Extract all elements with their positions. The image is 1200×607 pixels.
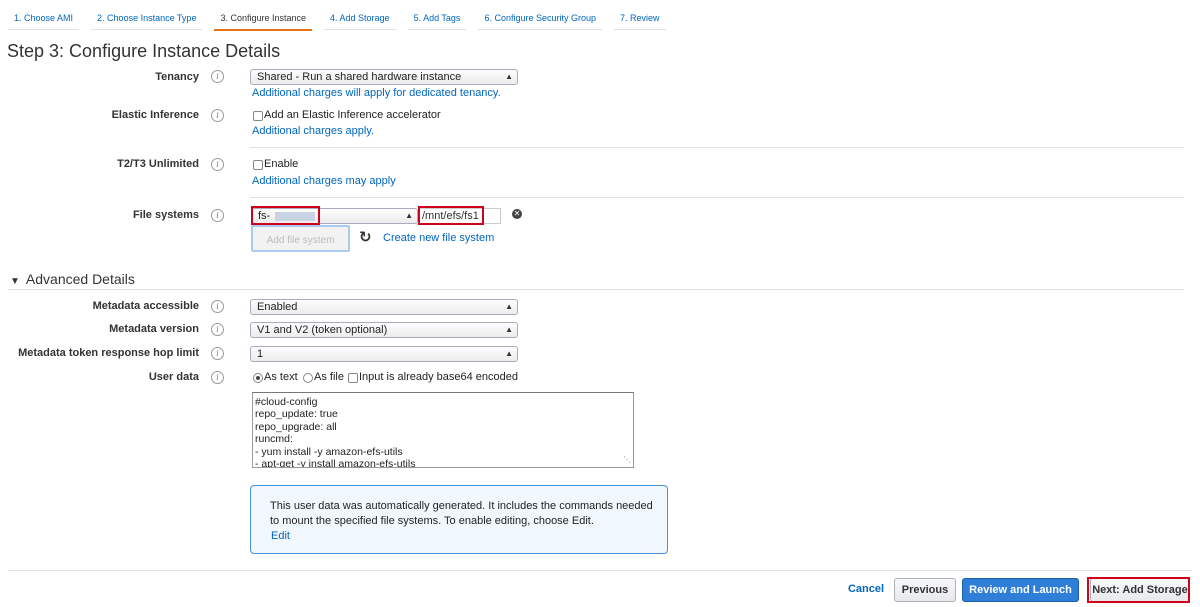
file-system-value: fs- <box>258 210 271 222</box>
t2t3-enable-label: Enable <box>264 158 299 170</box>
tab-review[interactable]: 7. Review <box>614 9 666 30</box>
previous-button[interactable]: Previous <box>894 578 956 602</box>
next-add-storage-button[interactable]: Next: Add Storage <box>1090 578 1190 602</box>
mount-point-value: /mnt/efs/fs1 <box>422 210 479 222</box>
metadata-accessible-label: Metadata accessible <box>92 300 199 312</box>
user-data-line: - apt-get -y install amazon-efs-utils <box>255 458 416 468</box>
base64-label: Input is already base64 encoded <box>359 371 519 383</box>
divider <box>250 197 1184 198</box>
as-file-radio[interactable] <box>303 373 313 383</box>
cancel-button[interactable]: Cancel <box>842 578 890 602</box>
select-arrows-icon: ▲︎ <box>505 325 513 334</box>
user-data-info-icon[interactable]: i <box>211 371 224 384</box>
create-new-file-system-link[interactable]: Create new file system <box>383 232 494 244</box>
tenancy-select-value: Shared - Run a shared hardware instance <box>257 71 462 83</box>
tab-add-tags[interactable]: 5. Add Tags <box>407 9 467 30</box>
add-file-system-button[interactable]: Add file system <box>251 225 350 252</box>
hop-limit-select[interactable]: 1 ▲︎ <box>250 346 518 362</box>
elastic-inference-help-link[interactable]: Additional charges apply. <box>252 125 374 137</box>
tab-configure-instance[interactable]: 3. Configure Instance <box>214 9 313 31</box>
tenancy-select[interactable]: Shared - Run a shared hardware instance … <box>250 69 518 85</box>
select-arrows-icon: ▲︎ <box>505 349 513 358</box>
t2t3-info-icon[interactable]: i <box>211 158 224 171</box>
tab-choose-ami[interactable]: 1. Choose AMI <box>8 9 80 30</box>
divider <box>250 147 1184 148</box>
metadata-version-value: V1 and V2 (token optional) <box>257 324 388 336</box>
footer-divider <box>8 570 1192 571</box>
divider <box>8 289 1184 290</box>
file-system-select[interactable]: fs- ▲︎ <box>251 208 418 224</box>
user-data-line: - yum install -y amazon-efs-utils <box>255 445 403 458</box>
redacted-id <box>275 211 316 221</box>
info-box-text: This user data was automatically generat… <box>270 500 653 527</box>
page-title: Step 3: Configure Instance Details <box>7 41 281 61</box>
hop-limit-label: Metadata token response hop limit <box>18 347 199 359</box>
hop-limit-value: 1 <box>257 348 264 360</box>
metadata-version-select[interactable]: V1 and V2 (token optional) ▲︎ <box>250 322 518 338</box>
user-data-line: repo_upgrade: all <box>255 420 337 433</box>
mount-point-input[interactable]: /mnt/efs/fs1 <box>418 208 501 224</box>
user-data-line: #cloud-config <box>255 396 318 408</box>
user-data-line: runcmd: <box>255 433 293 446</box>
as-text-label: As text <box>264 371 298 383</box>
caret-down-icon: ▼ <box>10 276 20 287</box>
user-data-textarea[interactable]: #cloud-config repo_update: true repo_upg… <box>252 392 634 468</box>
tenancy-label: Tenancy <box>155 71 199 83</box>
select-arrows-icon: ▲︎ <box>505 72 513 81</box>
review-and-launch-button[interactable]: Review and Launch <box>962 578 1079 602</box>
file-systems-label: File systems <box>132 209 199 221</box>
user-data-label: User data <box>148 371 199 383</box>
tenancy-info-icon[interactable]: i <box>211 70 224 83</box>
elastic-inference-label: Elastic Inference <box>111 109 199 121</box>
metadata-version-info-icon[interactable]: i <box>211 323 224 336</box>
t2t3-help-link[interactable]: Additional charges may apply <box>252 175 396 187</box>
metadata-accessible-value: Enabled <box>257 301 298 313</box>
as-file-label: As file <box>314 371 344 383</box>
advanced-details-toggle[interactable]: ▼ Advanced Details <box>10 271 135 287</box>
file-systems-info-icon[interactable]: i <box>211 209 224 222</box>
advanced-details-title: Advanced Details <box>25 271 135 287</box>
hop-limit-info-icon[interactable]: i <box>211 347 224 360</box>
user-data-line: repo_update: true <box>255 408 338 421</box>
metadata-version-label: Metadata version <box>109 323 199 335</box>
base64-checkbox[interactable] <box>348 373 358 383</box>
t2t3-unlimited-label: T2/T3 Unlimited <box>117 158 199 170</box>
elastic-inference-checkbox[interactable] <box>253 111 263 121</box>
select-arrows-icon: ▲︎ <box>505 302 513 311</box>
select-arrows-icon: ▲︎ <box>405 211 413 220</box>
tab-choose-instance-type[interactable]: 2. Choose Instance Type <box>91 9 203 30</box>
as-text-radio[interactable] <box>253 373 263 383</box>
elastic-inference-info-icon[interactable]: i <box>211 109 224 122</box>
edit-link[interactable]: Edit <box>271 530 290 542</box>
tab-configure-security-group[interactable]: 6. Configure Security Group <box>478 9 602 30</box>
user-data-info-box: This user data was automatically generat… <box>250 485 668 554</box>
wizard-tabs: 1. Choose AMI 2. Choose Instance Type 3.… <box>8 9 678 31</box>
tab-add-storage[interactable]: 4. Add Storage <box>324 9 396 30</box>
tenancy-help-link[interactable]: Additional charges will apply for dedica… <box>252 87 501 99</box>
metadata-accessible-info-icon[interactable]: i <box>211 300 224 313</box>
remove-file-system-icon[interactable]: ✕ <box>512 209 522 219</box>
elastic-inference-checkbox-label: Add an Elastic Inference accelerator <box>264 109 441 121</box>
metadata-accessible-select[interactable]: Enabled ▲︎ <box>250 299 518 315</box>
refresh-icon[interactable]: ↻ <box>359 228 372 246</box>
t2t3-enable-checkbox[interactable] <box>253 160 263 170</box>
resize-handle-icon[interactable]: ⋱ <box>623 454 631 466</box>
